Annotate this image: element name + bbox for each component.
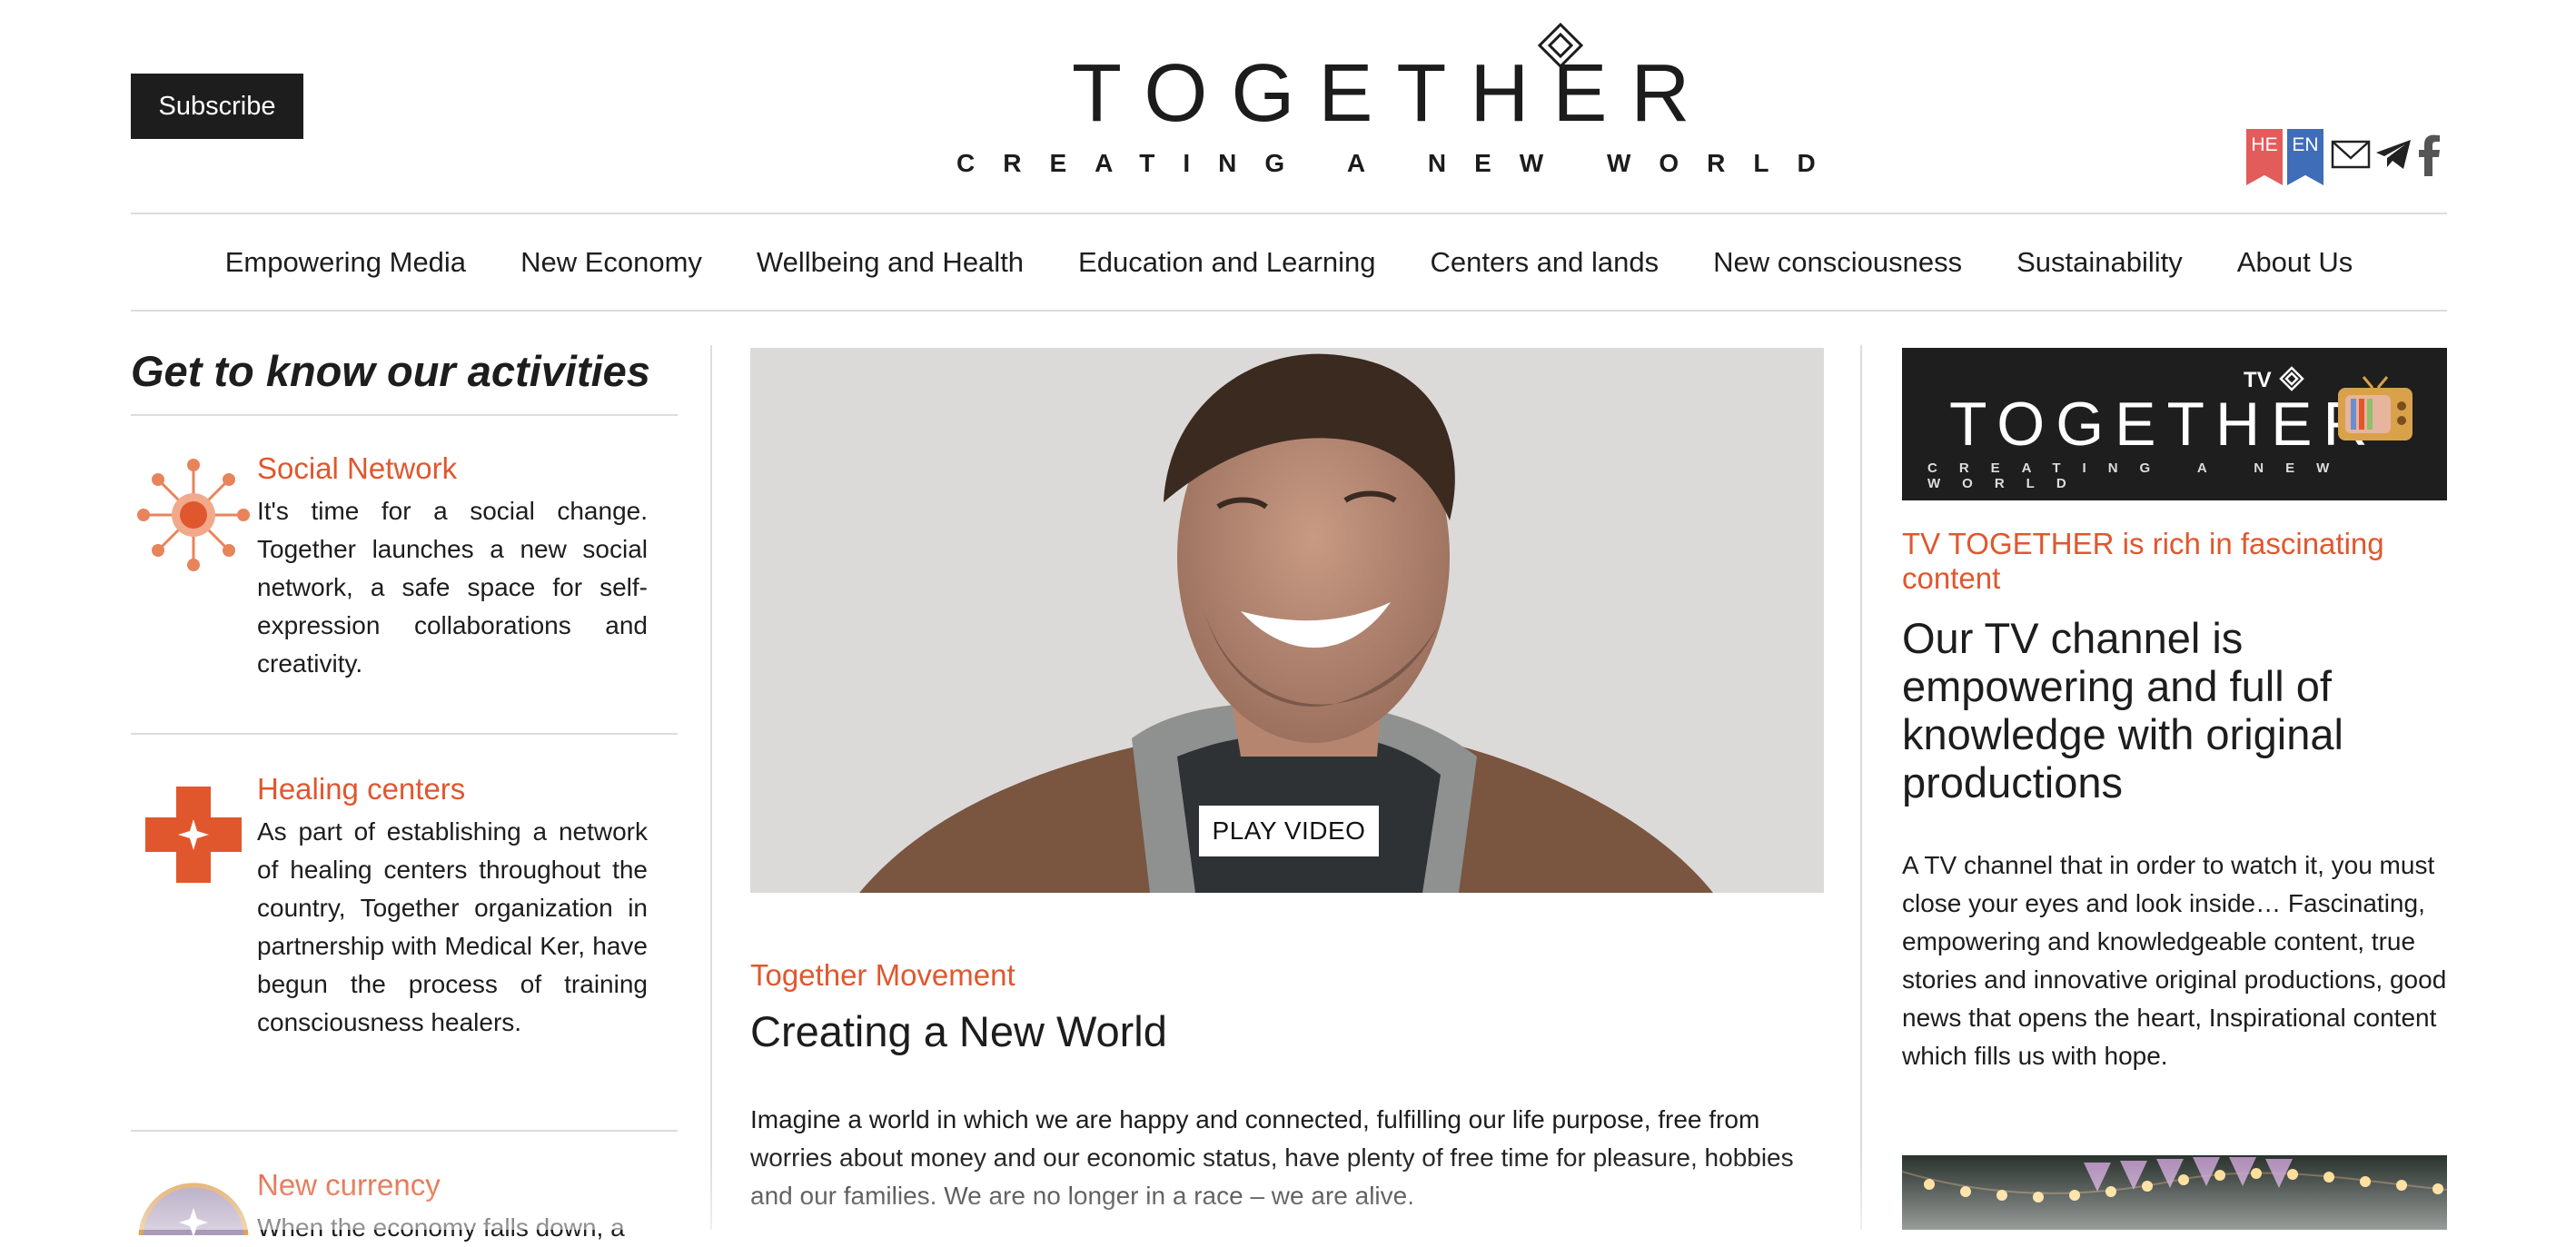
- medical-cross-icon: [145, 787, 242, 883]
- main-nav: Empowering Media New Economy Wellbeing a…: [131, 214, 2447, 311]
- nav-item-new-consciousness[interactable]: New consciousness: [1713, 246, 1962, 279]
- feature-headline[interactable]: Creating a New World: [750, 1006, 1167, 1057]
- tv-banner-tagline: CREATING A NEW WORLD: [1927, 460, 2352, 491]
- activity-new-currency: New currency When the economy falls down…: [257, 1167, 648, 1247]
- activity-text-healing-centers: As part of establishing a network of hea…: [257, 817, 648, 1036]
- subscribe-button[interactable]: Subscribe: [131, 74, 303, 139]
- activity-divider: [131, 1130, 678, 1132]
- nav-item-about-us[interactable]: About Us: [2237, 246, 2353, 279]
- lang-en-button[interactable]: EN: [2287, 129, 2323, 185]
- tv-body-text: A TV channel that in order to watch it, …: [1902, 851, 2447, 1070]
- activity-text-social-network: It's time for a social change. Together …: [257, 497, 648, 678]
- site-tagline: CREATING A NEW WORLD: [956, 149, 1844, 177]
- mail-icon[interactable]: [2331, 136, 2371, 173]
- activity-title-healing-centers[interactable]: Healing centers: [257, 771, 648, 807]
- nav-item-new-economy[interactable]: New Economy: [520, 246, 702, 279]
- tv-banner-tv-label: TV: [2244, 368, 2272, 392]
- feature-body-text: Imagine a world in which we are happy an…: [750, 1105, 1794, 1210]
- nav-item-empowering-media[interactable]: Empowering Media: [225, 246, 466, 279]
- facebook-icon[interactable]: [2419, 134, 2441, 176]
- nav-divider: [131, 310, 2447, 312]
- activities-title-divider: [131, 414, 678, 416]
- telegram-icon[interactable]: [2374, 136, 2413, 173]
- tv-banner-logo: TOGETHER: [1949, 390, 2379, 459]
- nav-item-sustainability[interactable]: Sustainability: [2016, 246, 2183, 279]
- activity-social-network: Social Network It's time for a social ch…: [257, 450, 648, 683]
- retro-tv-icon: [2338, 376, 2413, 440]
- play-video-button[interactable]: PLAY VIDEO: [1199, 806, 1379, 856]
- nav-item-wellbeing-health[interactable]: Wellbeing and Health: [757, 246, 1024, 279]
- tv-banner-diamond-icon: [2279, 366, 2304, 391]
- column-divider-left: [710, 345, 712, 1230]
- currency-icon: [138, 1183, 249, 1235]
- activity-title-social-network[interactable]: Social Network: [257, 450, 648, 487]
- activities-title: Get to know our activities: [131, 347, 650, 395]
- activity-text-new-currency: When the economy falls down, a: [257, 1213, 625, 1242]
- activity-title-new-currency[interactable]: New currency: [257, 1167, 648, 1203]
- activity-divider: [131, 733, 678, 735]
- activities-section: Get to know our activities: [131, 345, 676, 398]
- site-logo[interactable]: TOGETHER: [1072, 53, 1713, 134]
- nav-item-centers-lands[interactable]: Centers and lands: [1431, 246, 1660, 279]
- feature-kicker[interactable]: Together Movement: [750, 957, 1016, 994]
- string-lights-graphic: [1902, 1157, 2447, 1202]
- lang-he-button[interactable]: HE: [2246, 129, 2283, 185]
- logo-diamond-icon: [1537, 22, 1584, 69]
- column-divider-right: [1860, 345, 1862, 1230]
- tv-headline[interactable]: Our TV channel is empowering and full of…: [1902, 614, 2447, 807]
- nav-item-education-learning[interactable]: Education and Learning: [1078, 246, 1375, 279]
- tv-kicker[interactable]: TV TOGETHER is rich in fascinating conte…: [1902, 527, 2447, 596]
- tv-together-banner[interactable]: TOGETHER TV CREATING A NEW WORLD: [1902, 348, 2447, 500]
- network-icon: [137, 459, 250, 571]
- activity-healing-centers: Healing centers As part of establishing …: [257, 771, 648, 1042]
- string-lights-photo[interactable]: [1902, 1155, 2447, 1230]
